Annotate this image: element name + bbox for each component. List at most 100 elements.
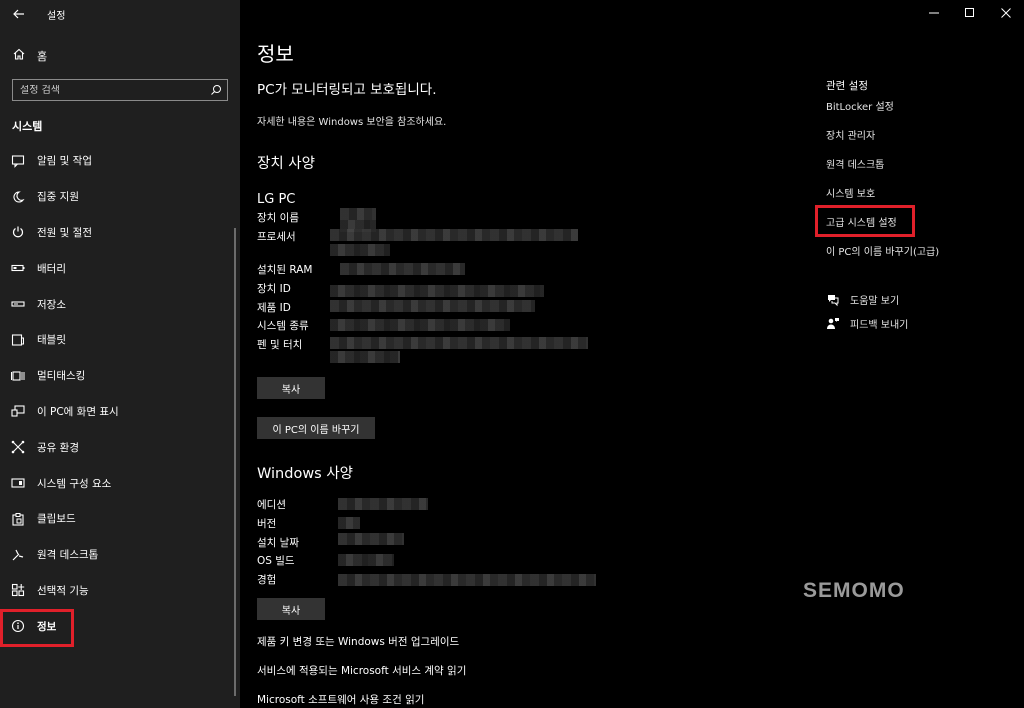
sidebar-item-battery[interactable]: 배터리: [0, 250, 236, 286]
redacted-value: [330, 285, 544, 297]
redacted-value: [330, 300, 535, 312]
sidebar-nav: 알림 및 작업 집중 지원 전원 및 절전 배터리 저장소 태블릿 멀티태스킹: [0, 143, 236, 644]
sidebar-item-system-components[interactable]: 시스템 구성 요소: [0, 465, 236, 501]
sidebar-item-optional-features[interactable]: 선택적 기능: [0, 573, 236, 609]
sidebar-item-power[interactable]: 전원 및 절전: [0, 215, 236, 251]
help-icon: [826, 293, 840, 307]
search-input[interactable]: [13, 84, 203, 96]
tablet-icon: [11, 333, 25, 347]
minimize-button[interactable]: [916, 0, 952, 26]
sidebar-item-tablet[interactable]: 태블릿: [0, 322, 236, 358]
sidebar-item-remote-desktop[interactable]: 원격 데스크톱: [0, 537, 236, 573]
sidebar-item-notifications[interactable]: 알림 및 작업: [0, 143, 236, 179]
sidebar-item-focus-assist[interactable]: 집중 지원: [0, 179, 236, 215]
sidebar-item-label: 태블릿: [37, 334, 66, 347]
share-icon: [11, 440, 25, 454]
back-button[interactable]: [8, 4, 30, 24]
search-icon[interactable]: [210, 84, 222, 96]
link-change-product-key[interactable]: 제품 키 변경 또는 Windows 버전 업그레이드: [257, 634, 459, 649]
back-arrow-icon: [13, 9, 24, 19]
sidebar-item-multitasking[interactable]: 멀티태스킹: [0, 358, 236, 394]
maximize-icon: [965, 8, 974, 17]
protection-description: 자세한 내용은 Windows 보안을 참조하세요.: [257, 117, 447, 128]
spec-label: 설치 날짜: [257, 537, 299, 549]
clipboard-icon: [11, 512, 25, 526]
sidebar-item-clipboard[interactable]: 클립보드: [0, 501, 236, 537]
link-services-agreement[interactable]: 서비스에 적용되는 Microsoft 서비스 계약 읽기: [257, 663, 466, 678]
redacted-value: [338, 533, 404, 545]
close-button[interactable]: [988, 0, 1024, 26]
redacted-value: [330, 351, 400, 363]
redacted-value: [338, 517, 360, 529]
sidebar-item-storage[interactable]: 저장소: [0, 286, 236, 322]
spec-label: OS 빌드: [257, 555, 295, 567]
search-box[interactable]: [12, 79, 228, 101]
sidebar-item-label: 저장소: [37, 298, 66, 311]
remote-desktop-icon: [11, 548, 25, 562]
maximize-button[interactable]: [952, 0, 988, 26]
spec-label: 장치 이름: [257, 212, 299, 224]
notification-icon: [11, 154, 25, 168]
redacted-value: [330, 229, 578, 241]
windows-specs-heading: Windows 사양: [257, 466, 354, 482]
link-remote-desktop[interactable]: 원격 데스크톱: [826, 156, 884, 171]
sidebar-item-home[interactable]: 홈: [0, 44, 240, 66]
sidebar-item-label: 전원 및 절전: [37, 226, 92, 239]
feedback-icon: [826, 317, 840, 331]
spec-label: 펜 및 터치: [257, 339, 303, 351]
highlight-box-about: [0, 609, 74, 647]
device-specs-heading: 장치 사양: [257, 156, 315, 172]
get-help-link[interactable]: 도움말 보기: [826, 292, 899, 307]
sidebar-item-label: 공유 환경: [37, 441, 79, 454]
redacted-value: [338, 554, 394, 566]
power-icon: [11, 225, 25, 239]
sidebar-item-label: 멀티태스킹: [37, 370, 86, 383]
minimize-icon: [929, 12, 939, 14]
project-icon: [11, 404, 25, 418]
sidebar-item-label: 클립보드: [37, 513, 76, 526]
device-name: LG PC: [257, 192, 296, 207]
spec-label: 시스템 종류: [257, 320, 309, 332]
sidebar-scrollbar[interactable]: [234, 228, 236, 696]
moon-icon: [11, 190, 25, 204]
link-system-protection[interactable]: 시스템 보호: [826, 185, 875, 200]
home-icon: [13, 48, 25, 60]
window-controls: [904, 0, 1024, 28]
redacted-value: [330, 319, 510, 331]
redacted-value: [330, 337, 588, 349]
redacted-value: [338, 574, 596, 586]
link-bitlocker[interactable]: BitLocker 설정: [826, 98, 894, 113]
sidebar-item-label: 이 PC에 화면 표시: [37, 405, 119, 418]
link-license-terms[interactable]: Microsoft 소프트웨어 사용 조건 읽기: [257, 692, 424, 707]
spec-label: 버전: [257, 518, 277, 530]
sidebar-item-label: 알림 및 작업: [37, 155, 92, 168]
get-help-label: 도움말 보기: [850, 296, 900, 307]
sidebar-item-project[interactable]: 이 PC에 화면 표시: [0, 394, 236, 430]
sidebar-item-label: 시스템 구성 요소: [37, 477, 112, 490]
watermark: SEMOMO: [803, 579, 905, 602]
sidebar-item-label: 홈: [37, 50, 48, 63]
link-rename-pc-advanced[interactable]: 이 PC의 이름 바꾸기(고급): [826, 243, 939, 258]
protection-status: PC가 모니터링되고 보호됩니다.: [257, 82, 437, 98]
sidebar-item-label: 원격 데스크톱: [37, 549, 99, 562]
rename-pc-button[interactable]: 이 PC의 이름 바꾸기: [257, 417, 375, 439]
spec-label: 장치 ID: [257, 283, 291, 295]
copy-windows-specs-button[interactable]: 복사: [257, 598, 325, 620]
sidebar-item-shared-experiences[interactable]: 공유 환경: [0, 429, 236, 465]
sidebar-item-label: 집중 지원: [37, 191, 79, 204]
section-title: 시스템: [12, 120, 43, 133]
components-icon: [11, 476, 25, 490]
send-feedback-link[interactable]: 피드백 보내기: [826, 316, 908, 331]
sidebar: 설정 홈 시스템 알림 및 작업 집중 지원 전원 및 절전 배터리 저장소: [0, 0, 240, 708]
multitasking-icon: [11, 369, 25, 383]
close-icon: [1001, 8, 1011, 18]
page-title: 정보: [257, 42, 294, 66]
redacted-value: [340, 263, 465, 275]
link-device-manager[interactable]: 장치 관리자: [826, 127, 875, 142]
sidebar-item-label: 배터리: [37, 262, 66, 275]
spec-label: 경험: [257, 574, 277, 586]
redacted-value: [340, 208, 376, 220]
spec-label: 프로세서: [257, 231, 296, 243]
copy-device-specs-button[interactable]: 복사: [257, 377, 325, 399]
features-icon: [11, 583, 25, 597]
